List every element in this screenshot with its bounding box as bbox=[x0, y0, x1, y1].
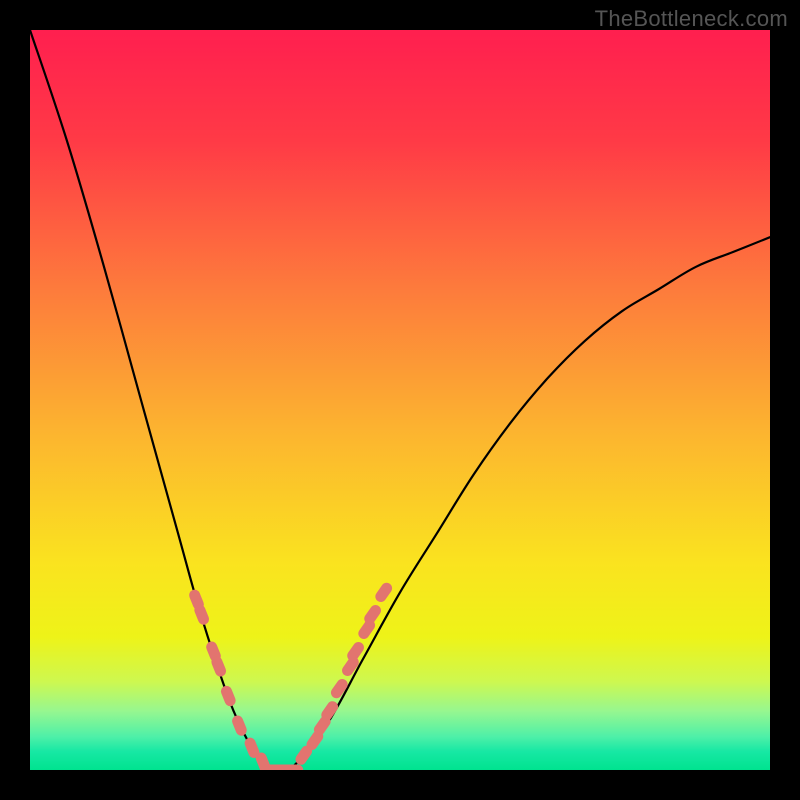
watermark-text: TheBottleneck.com bbox=[595, 6, 788, 32]
curve-marker bbox=[283, 765, 303, 770]
chart-svg bbox=[30, 30, 770, 770]
chart-frame: TheBottleneck.com bbox=[0, 0, 800, 800]
plot-area bbox=[30, 30, 770, 770]
